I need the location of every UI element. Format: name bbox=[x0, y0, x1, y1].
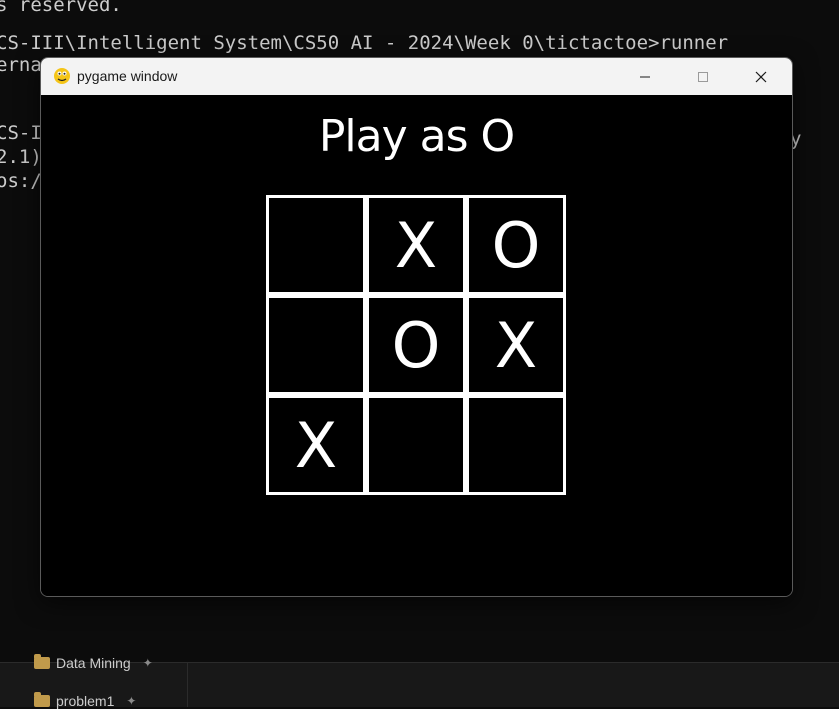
terminal-line: os:/ bbox=[0, 170, 42, 192]
title-bar[interactable]: pygame window bbox=[41, 58, 792, 95]
minimize-icon bbox=[640, 76, 650, 77]
window-title: pygame window bbox=[77, 68, 178, 84]
board-cell-0-2[interactable]: O bbox=[466, 195, 566, 295]
close-icon bbox=[755, 71, 767, 82]
folder-item-data-mining[interactable]: Data Mining ✦ bbox=[34, 654, 153, 671]
board-cell-2-2[interactable] bbox=[466, 395, 566, 495]
game-heading: Play as O bbox=[318, 111, 515, 162]
board-cell-0-1[interactable]: X bbox=[366, 195, 466, 295]
minimize-button[interactable] bbox=[616, 58, 674, 95]
pygame-snake-icon bbox=[54, 68, 70, 84]
tictactoe-board: X O O X X bbox=[266, 195, 567, 495]
maximize-icon bbox=[698, 71, 708, 82]
explorer-divider bbox=[187, 663, 188, 707]
board-cell-1-0[interactable] bbox=[266, 295, 366, 395]
terminal-line: s reserved. bbox=[0, 0, 122, 16]
pin-icon[interactable]: ✦ bbox=[143, 656, 153, 670]
board-cell-2-1[interactable] bbox=[366, 395, 466, 495]
game-canvas[interactable]: Play as O X O O X X bbox=[41, 95, 792, 596]
board-cell-1-2[interactable]: X bbox=[466, 295, 566, 395]
folder-icon bbox=[34, 692, 50, 707]
pygame-window[interactable]: pygame window Play as O X O O X X bbox=[40, 57, 793, 597]
board-cell-1-1[interactable]: O bbox=[366, 295, 466, 395]
folder-label: problem1 bbox=[56, 693, 115, 709]
terminal-line: erna bbox=[0, 54, 42, 76]
board-cell-0-0[interactable] bbox=[266, 195, 366, 295]
board-cell-2-0[interactable]: X bbox=[266, 395, 366, 495]
terminal-line: 2.1) bbox=[0, 146, 42, 168]
close-button[interactable] bbox=[732, 58, 790, 95]
folder-label: Data Mining bbox=[56, 655, 131, 671]
maximize-button[interactable] bbox=[674, 58, 732, 95]
folder-item-problem1[interactable]: problem1 ✦ bbox=[34, 692, 136, 709]
file-explorer: Data Mining ✦ problem1 ✦ bbox=[0, 654, 839, 709]
folder-icon bbox=[34, 654, 50, 669]
terminal-line: CS-III\Intelligent System\CS50 AI - 2024… bbox=[0, 32, 729, 54]
terminal-line: CS-I bbox=[0, 122, 42, 144]
